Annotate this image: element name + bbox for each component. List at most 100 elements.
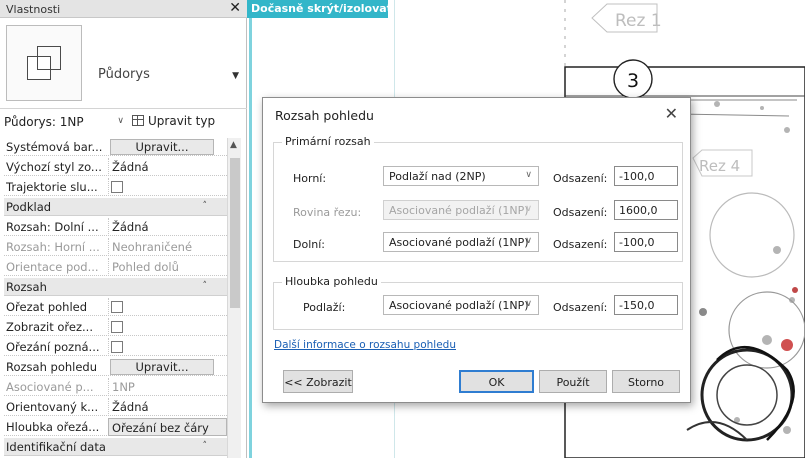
cut-plane-dropdown: Asociované podlaží (1NP) ∨ [383, 200, 539, 220]
property-value: Neohraničené [108, 238, 227, 256]
property-label: Hloubka ořezá... [6, 420, 100, 434]
edit-type-icon [132, 115, 144, 126]
edit-button[interactable]: Upravit... [110, 359, 214, 375]
property-row: Rozsah: Dolní ... Žádná [4, 218, 227, 236]
properties-title-bar[interactable]: Vlastnosti ✕ [0, 0, 247, 18]
property-label: Systémová bar... [6, 140, 103, 154]
top-offset-input[interactable]: -100,0 [614, 166, 678, 186]
property-checkbox[interactable] [111, 341, 123, 353]
property-label: Trajektorie slu... [6, 180, 98, 194]
chevron-down-icon: ∨ [525, 299, 532, 309]
property-label: Ořezat pohled [6, 300, 88, 314]
property-value[interactable]: Žádná [108, 398, 227, 416]
properties-palette: Vlastnosti ✕ Půdorys ▼ Půdorys: 1NP ∨ Up… [0, 0, 247, 458]
chevron-down-icon: ∨ [117, 116, 124, 126]
edit-type-label: Upravit typ [148, 114, 216, 128]
depth-level-value: Asociované podlaží (1NP) [389, 299, 529, 312]
property-label: Orientovaný k... [6, 400, 99, 414]
scroll-up-icon[interactable]: ▲ [230, 140, 237, 150]
view-range-info-link[interactable]: Další informace o rozsahu pohledu [274, 339, 456, 351]
property-value[interactable]: Ořezání bez čáry [108, 418, 227, 436]
close-icon[interactable]: ✕ [665, 104, 678, 123]
properties-section-header[interactable]: Identifikační data ˄ [4, 438, 227, 456]
primary-range-label: Primární rozsah [282, 135, 374, 148]
depth-offset-label: Odsazení: [553, 301, 608, 314]
property-row: Ořezání pozná... [4, 338, 227, 356]
property-checkbox[interactable] [111, 301, 123, 313]
section-label: Rozsah [6, 280, 47, 294]
depth-offset-input[interactable]: -150,0 [614, 295, 678, 315]
property-row: Rozsah: Horní ... Neohraničené [4, 238, 227, 256]
depth-level-dropdown[interactable]: Asociované podlaží (1NP) ∨ [383, 295, 539, 315]
cut-plane-label: Rovina řezu: [293, 206, 362, 219]
property-checkbox[interactable] [111, 181, 123, 193]
chevron-down-icon[interactable]: ▼ [232, 71, 239, 81]
bottom-offset-label: Odsazení: [553, 238, 608, 251]
collapse-icon[interactable]: ˄ [203, 281, 208, 291]
property-value: Pohled dolů [108, 258, 227, 276]
cancel-button[interactable]: Storno [612, 370, 680, 393]
chevron-down-icon: ∨ [525, 204, 532, 214]
property-label: Výchozí styl zo... [6, 160, 102, 174]
property-value-cell [108, 178, 227, 196]
show-button[interactable]: << Zobrazit [283, 370, 353, 393]
collapse-icon[interactable]: ˄ [203, 441, 208, 451]
property-row: Rozsah pohledu Upravit... [4, 358, 227, 376]
type-selector[interactable]: Půdorys ▼ [0, 19, 247, 109]
property-row: Ořezat pohled [4, 298, 227, 316]
top-label: Horní: [293, 172, 327, 185]
properties-title: Vlastnosti [6, 3, 61, 16]
edit-type-button[interactable]: Upravit typ [132, 114, 215, 128]
section-label: Identifikační data [6, 440, 106, 454]
properties-scrollbar[interactable]: ▲ [227, 138, 241, 458]
edit-button[interactable]: Upravit... [110, 139, 214, 155]
property-checkbox[interactable] [111, 321, 123, 333]
scrollbar-thumb[interactable] [230, 158, 240, 308]
properties-section-header[interactable]: Rozsah ˄ [4, 278, 227, 296]
properties-section-header[interactable]: Podklad ˄ [4, 198, 227, 216]
grid-bubble-3: 3 [627, 70, 639, 92]
property-label: Zobrazit ořez... [6, 320, 93, 334]
property-row: Zobrazit ořez... [4, 318, 227, 336]
cut-plane-offset-input[interactable]: 1600,0 [614, 200, 678, 220]
property-label: Ořezání pozná... [6, 340, 100, 354]
bottom-level-dropdown[interactable]: Asociované podlaží (1NP) ∨ [383, 232, 539, 252]
bottom-level-value: Asociované podlaží (1NP) [389, 236, 529, 249]
property-value[interactable]: Žádná [108, 158, 227, 176]
instance-filter-value: Půdorys: 1NP [4, 115, 84, 129]
property-row: Trajektorie slu... [4, 178, 227, 196]
property-row: Orientovaný k... Žádná [4, 398, 227, 416]
chevron-down-icon: ∨ [525, 236, 532, 246]
property-value-cell [108, 338, 227, 356]
property-row: Hloubka ořezá... Ořezání bez čáry [4, 418, 227, 436]
property-label: Orientace pod... [6, 260, 99, 274]
property-row: Orientace pod... Pohled dolů [4, 258, 227, 276]
property-value[interactable]: Žádná [108, 218, 227, 236]
property-row: Systémová bar... Upravit... [4, 138, 227, 156]
top-level-dropdown[interactable]: Podlaží nad (2NP) ∨ [383, 166, 539, 186]
section-label: Podklad [6, 200, 52, 214]
cut-plane-offset-label: Odsazení: [553, 206, 608, 219]
depth-level-label: Podlaží: [303, 301, 346, 314]
property-value-cell [108, 298, 227, 316]
bottom-label: Dolní: [293, 238, 325, 251]
apply-button[interactable]: Použít [539, 370, 607, 393]
properties-grid: Systémová bar... Upravit... Výchozí styl z… [4, 138, 227, 458]
property-row: Výchozí styl zo... Žádná [4, 158, 227, 176]
ok-button[interactable]: OK [459, 370, 534, 393]
chevron-down-icon: ∨ [525, 170, 532, 180]
collapse-icon[interactable]: ˄ [203, 201, 208, 211]
property-label: Asociované p... [6, 380, 94, 394]
section-label-rez-4: Rez 4 [699, 157, 740, 175]
bottom-offset-input[interactable]: -100,0 [614, 232, 678, 252]
view-range-dialog: Rozsah pohledu ✕ Primární rozsah Horní: … [262, 97, 691, 403]
top-offset-label: Odsazení: [553, 172, 608, 185]
floor-plan-type-icon [6, 25, 82, 101]
type-name: Půdorys [98, 67, 150, 82]
instance-filter-dropdown[interactable]: Půdorys: 1NP ∨ [4, 115, 124, 132]
close-icon[interactable]: ✕ [229, 0, 241, 16]
property-label: Rozsah: Dolní ... [6, 220, 99, 234]
cut-plane-value: Asociované podlaží (1NP) [389, 204, 529, 217]
property-value: 1NP [108, 378, 227, 396]
top-level-value: Podlaží nad (2NP) [389, 170, 486, 183]
